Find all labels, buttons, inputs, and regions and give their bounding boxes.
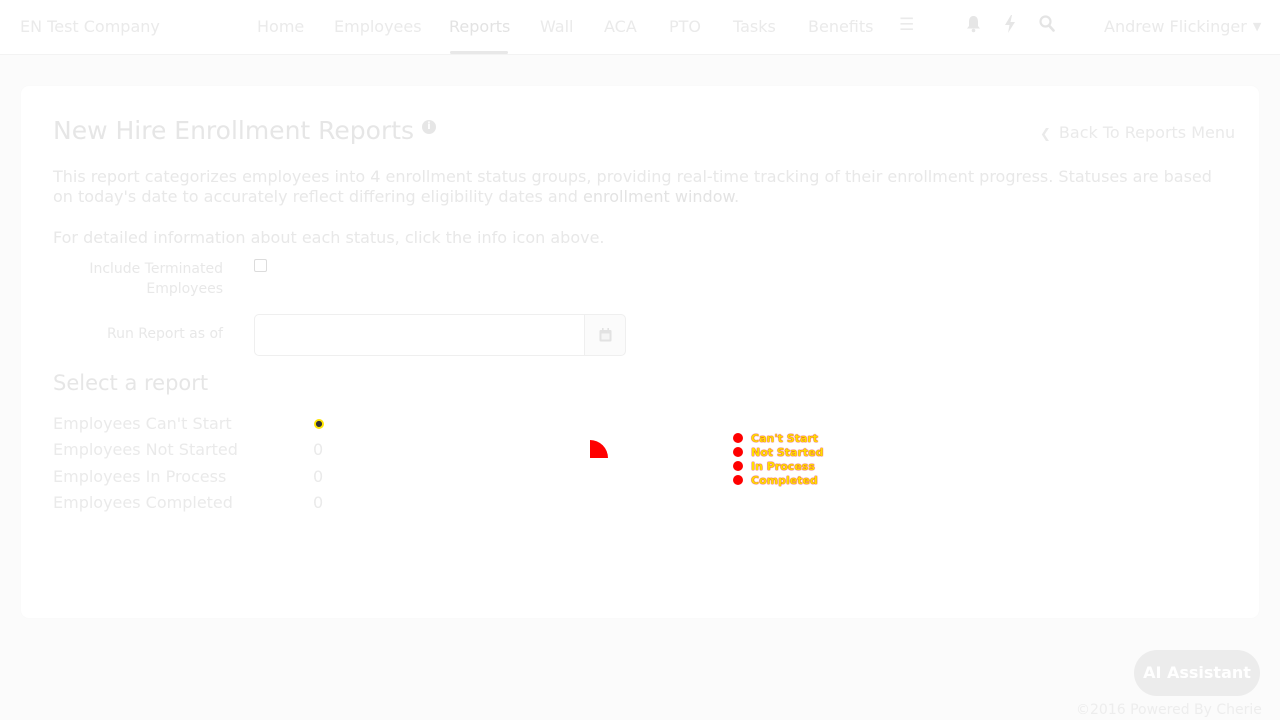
- back-link-label: Back To Reports Menu: [1058, 123, 1236, 142]
- legend-swatch: [733, 475, 743, 485]
- user-name: Andrew Flickinger: [1104, 17, 1247, 36]
- ai-assistant-button[interactable]: AI Assistant: [1134, 650, 1260, 696]
- report-card: [21, 86, 1259, 618]
- chevron-left-icon: ❮: [1040, 127, 1051, 142]
- nav-benefits[interactable]: Benefits: [808, 17, 874, 36]
- nav-reports[interactable]: Reports: [449, 17, 510, 36]
- nav-tasks[interactable]: Tasks: [733, 17, 776, 36]
- legend-label: Not Started: [751, 446, 824, 459]
- legend-swatch: [733, 433, 743, 443]
- nav-aca[interactable]: ACA: [604, 17, 637, 36]
- select-report-title: Select a report: [53, 371, 209, 395]
- report-description: This report categorizes employees into 4…: [53, 167, 1233, 207]
- nav-employees[interactable]: Employees: [334, 17, 422, 36]
- page-title: New Hire Enrollment Reports: [53, 116, 415, 145]
- info-icon[interactable]: i: [422, 120, 436, 134]
- legend-swatch: [733, 461, 743, 471]
- enrollment-pie-chart: [590, 440, 608, 458]
- description-suffix: .: [734, 187, 740, 206]
- report-completed[interactable]: Employees Completed: [53, 493, 233, 512]
- bolt-icon[interactable]: [1004, 15, 1016, 38]
- company-name[interactable]: EN Test Company: [20, 17, 160, 36]
- run-report-label: Run Report as of: [107, 326, 223, 342]
- run-report-date-input[interactable]: [254, 314, 585, 356]
- nav-wall[interactable]: Wall: [540, 17, 574, 36]
- report-count-completed: 0: [313, 493, 324, 512]
- active-tab-indicator: [450, 51, 508, 54]
- pie-slice: [590, 440, 608, 458]
- nav-pto[interactable]: PTO: [669, 17, 701, 36]
- back-to-reports-link[interactable]: ❮ Back To Reports Menu: [1040, 123, 1235, 142]
- report-in-process[interactable]: Employees In Process: [53, 467, 226, 486]
- top-nav-bar: EN Test Company Home Employees Reports W…: [0, 0, 1280, 55]
- report-count-in-process: 0: [313, 467, 324, 486]
- report-cant-start[interactable]: Employees Can't Start: [53, 414, 232, 433]
- search-icon[interactable]: [1039, 15, 1055, 37]
- legend-label: Completed: [751, 474, 818, 487]
- nav-home[interactable]: Home: [257, 17, 304, 36]
- footer-text: ©2016 Powered By Cherie: [1076, 702, 1262, 718]
- user-menu[interactable]: Andrew Flickinger ▼: [1104, 17, 1261, 36]
- loading-icon: ●: [314, 419, 324, 429]
- include-terminated-label: Include Terminated Employees: [89, 261, 223, 297]
- menu-icon[interactable]: ☰: [899, 15, 914, 35]
- status-info-text: For detailed information about each stat…: [53, 228, 605, 247]
- report-not-started[interactable]: Employees Not Started: [53, 440, 238, 459]
- report-count-not-started: 0: [313, 440, 324, 459]
- legend-label: In Process: [751, 460, 815, 473]
- enrollment-window-link[interactable]: enrollment window: [583, 187, 734, 206]
- bell-icon[interactable]: [966, 15, 981, 38]
- calendar-icon[interactable]: [584, 314, 626, 356]
- legend-swatch: [733, 447, 743, 457]
- chevron-down-icon: ▼: [1252, 20, 1262, 33]
- include-terminated-checkbox[interactable]: [254, 259, 267, 272]
- legend-label: Can't Start: [751, 432, 819, 445]
